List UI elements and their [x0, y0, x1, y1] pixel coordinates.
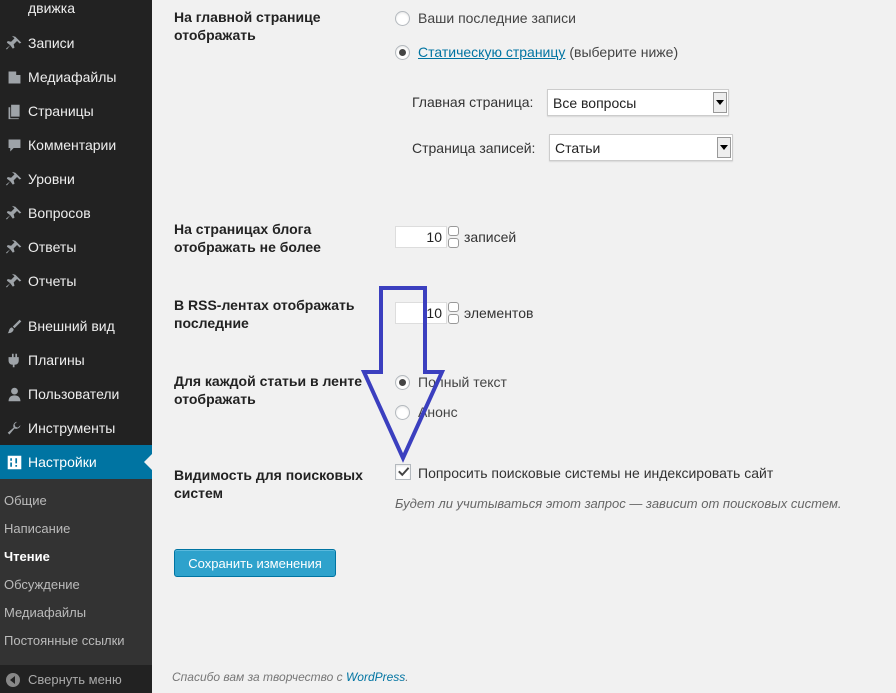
blog-pages-label: На страницах блога отображать не более	[174, 221, 321, 255]
brush-icon	[0, 318, 28, 335]
pin-icon	[0, 205, 28, 222]
radio-button[interactable]	[395, 374, 410, 390]
footer-text: Спасибо вам за творчество с	[172, 670, 346, 684]
sidebar-item-label: Пользователи	[28, 386, 120, 402]
pages-icon	[0, 103, 28, 120]
rss-label: В RSS-лентах отображать последние	[174, 297, 355, 331]
discourage-search-checkbox[interactable]	[395, 464, 411, 480]
sidebar-item-partial[interactable]: движка	[28, 0, 75, 16]
radio-button[interactable]	[395, 44, 410, 60]
homepage-select-label: Главная страница:	[412, 94, 534, 110]
sidebar-item-reports[interactable]: Отчеты	[0, 264, 152, 298]
radio-button[interactable]	[395, 404, 410, 420]
sidebar-item-comments[interactable]: Комментарии	[0, 128, 152, 162]
sidebar-item-posts[interactable]: Записи	[0, 26, 152, 60]
radio-latest-label: Ваши последние записи	[418, 10, 576, 26]
sidebar-item-label: Комментарии	[28, 137, 117, 153]
static-page-hint: (выберите ниже)	[569, 44, 679, 60]
homepage-select-value: Все вопросы	[553, 94, 637, 111]
sidebar-item-levels[interactable]: Уровни	[0, 162, 152, 196]
posts-page-select[interactable]: Статьи	[549, 134, 733, 161]
sidebar-item-label: Настройки	[28, 454, 97, 470]
comments-icon	[0, 137, 28, 154]
sidebar-item-questions[interactable]: Вопросов	[0, 196, 152, 230]
pin-icon	[0, 273, 28, 290]
users-icon	[0, 386, 28, 403]
spinner-icon[interactable]	[448, 302, 459, 324]
collapse-menu-button[interactable]: Свернуть меню	[0, 666, 152, 693]
sidebar-item-pages[interactable]: Страницы	[0, 94, 152, 128]
submenu-item-media[interactable]: Медиафайлы	[4, 605, 86, 620]
rss-items-value[interactable]: 10	[395, 302, 447, 324]
sidebar-item-label: Страницы	[28, 103, 94, 119]
submenu-item-writing[interactable]: Написание	[4, 521, 70, 536]
footer-suffix: .	[405, 670, 409, 684]
posts-page-select-value: Статьи	[555, 139, 601, 156]
radio-full-text[interactable]: Полный текст	[395, 374, 507, 390]
radio-summary-label: Анонс	[418, 404, 458, 420]
sidebar-item-answers[interactable]: Ответы	[0, 230, 152, 264]
search-visibility-description: Будет ли учитываться этот запрос — завис…	[395, 496, 842, 511]
collapse-arrow-icon	[6, 672, 20, 687]
static-page-link[interactable]: Статическую страницу	[418, 44, 565, 60]
posts-per-page-input[interactable]: 10	[395, 226, 459, 248]
homepage-select[interactable]: Все вопросы	[547, 89, 729, 116]
radio-full-text-label: Полный текст	[418, 374, 507, 390]
sidebar-item-users[interactable]: Пользователи	[0, 377, 152, 411]
discourage-search-label: Попросить поисковые системы не индексиро…	[418, 465, 774, 481]
sidebar-item-label: Медиафайлы	[28, 69, 117, 85]
sidebar-item-label: Записи	[28, 35, 75, 51]
sidebar-item-tools[interactable]: Инструменты	[0, 411, 152, 445]
admin-footer: Спасибо вам за творчество с WordPress.	[172, 670, 409, 684]
sidebar-item-label: Внешний вид	[28, 318, 115, 334]
posts-per-page-value[interactable]: 10	[395, 226, 447, 248]
search-visibility-label: Видимость для поисковых систем	[174, 467, 363, 501]
sidebar-item-appearance[interactable]: Внешний вид	[0, 309, 152, 343]
sidebar-item-label: Отчеты	[28, 273, 77, 289]
radio-static-page[interactable]: Статическую страницу (выберите ниже)	[395, 44, 678, 60]
sidebar-item-label: Ответы	[28, 239, 77, 255]
chevron-down-icon	[717, 137, 731, 158]
sidebar-item-plugins[interactable]: Плагины	[0, 343, 152, 377]
admin-sidebar: движка Записи Медиафайлы Страницы Коммен…	[0, 0, 152, 693]
settings-icon	[0, 454, 28, 471]
submenu-item-reading[interactable]: Чтение	[4, 549, 50, 564]
wordpress-link[interactable]: WordPress	[346, 670, 405, 684]
radio-button[interactable]	[395, 10, 410, 26]
sidebar-item-media[interactable]: Медиафайлы	[0, 60, 152, 94]
sidebar-item-label: Инструменты	[28, 420, 116, 436]
pin-icon	[0, 171, 28, 188]
pin-icon	[0, 35, 28, 52]
sidebar-item-settings[interactable]: Настройки	[0, 445, 152, 479]
media-icon	[0, 69, 28, 86]
pin-icon	[0, 239, 28, 256]
submenu-item-permalinks[interactable]: Постоянные ссылки	[4, 633, 125, 648]
checkmark-icon	[398, 467, 410, 477]
submenu-item-general[interactable]: Общие	[4, 493, 47, 508]
plugin-icon	[0, 352, 28, 369]
save-changes-button[interactable]: Сохранить изменения	[174, 549, 336, 577]
collapse-menu-label: Свернуть меню	[28, 672, 122, 687]
front-page-label: На главной странице отображать	[174, 9, 321, 43]
radio-summary[interactable]: Анонс	[395, 404, 458, 420]
rss-items-unit: элементов	[464, 305, 534, 321]
rss-items-input[interactable]: 10	[395, 302, 459, 324]
radio-latest-posts[interactable]: Ваши последние записи	[395, 10, 576, 26]
posts-page-select-label: Страница записей:	[412, 140, 536, 156]
wrench-icon	[0, 420, 28, 437]
feed-content-label: Для каждой статьи в ленте отображать	[174, 373, 363, 407]
sidebar-item-label: Плагины	[28, 352, 85, 368]
reading-settings-form: На главной странице отображать Ваши посл…	[152, 0, 896, 693]
posts-per-page-unit: записей	[464, 229, 517, 245]
chevron-down-icon	[713, 92, 727, 113]
sidebar-item-label: Вопросов	[28, 205, 91, 221]
spinner-icon[interactable]	[448, 226, 459, 248]
submenu-item-discussion[interactable]: Обсуждение	[4, 577, 80, 592]
sidebar-item-label: Уровни	[28, 171, 75, 187]
settings-submenu: Общие Написание Чтение Обсуждение Медиаф…	[0, 479, 152, 665]
